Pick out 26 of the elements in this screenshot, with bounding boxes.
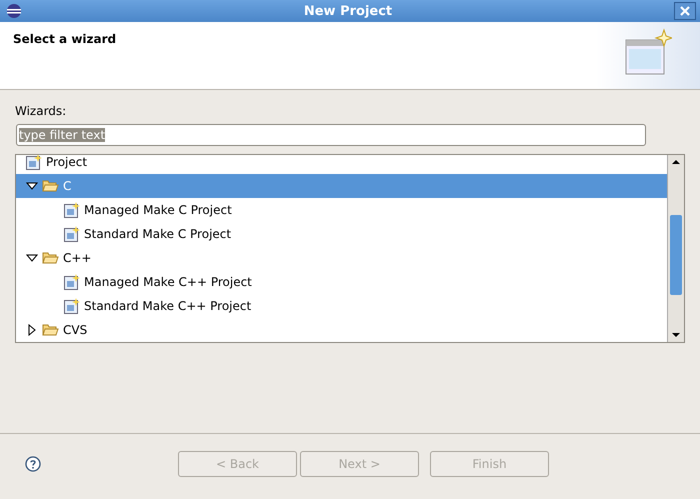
project-file-icon bbox=[64, 226, 80, 242]
tree-item[interactable]: CVS bbox=[16, 318, 667, 342]
tree-item[interactable]: Standard Make C Project bbox=[16, 222, 667, 246]
folder-icon bbox=[42, 251, 59, 265]
tree-item[interactable]: C++ bbox=[16, 246, 667, 270]
window-title: New Project bbox=[302, 4, 394, 18]
project-file-icon bbox=[64, 274, 80, 290]
help-icon[interactable] bbox=[25, 456, 41, 472]
project-file-icon bbox=[64, 202, 80, 218]
close-button[interactable] bbox=[674, 2, 696, 20]
tree-item[interactable]: Standard Make C++ Project bbox=[16, 294, 667, 318]
tree-item[interactable]: Managed Make C Project bbox=[16, 198, 667, 222]
wizards-label: Wizards: bbox=[15, 104, 66, 118]
tree-item[interactable]: Managed Make C++ Project bbox=[16, 270, 667, 294]
globe-icon bbox=[6, 3, 22, 19]
wizard-heading: Select a wizard bbox=[13, 32, 116, 48]
close-icon bbox=[680, 6, 690, 16]
project-file-icon bbox=[64, 298, 80, 314]
expand-arrow-icon[interactable] bbox=[26, 324, 38, 336]
scrollbar[interactable] bbox=[667, 155, 684, 342]
folder-icon bbox=[42, 323, 59, 337]
collapse-arrow-icon[interactable] bbox=[26, 180, 38, 192]
collapse-arrow-icon[interactable] bbox=[26, 252, 38, 264]
folder-icon bbox=[42, 179, 59, 193]
tree-item[interactable]: Project bbox=[16, 155, 667, 174]
project-file-icon bbox=[26, 155, 42, 170]
